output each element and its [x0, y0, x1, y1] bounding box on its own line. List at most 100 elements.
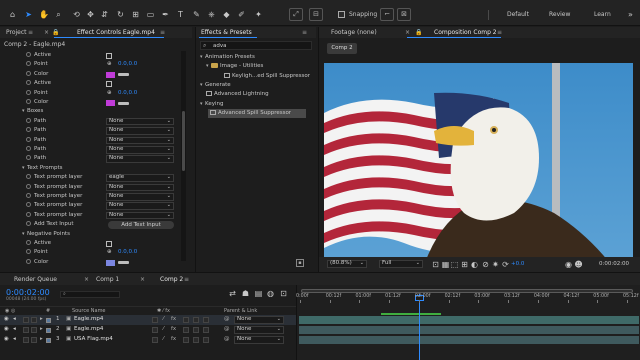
stopwatch-icon[interactable]: [26, 136, 31, 142]
layer-dropdown[interactable]: None ⌄: [106, 211, 174, 220]
snap-edge-icon[interactable]: ⌐: [380, 8, 394, 21]
effects-tree-item[interactable]: Advanced Spill Suppressor: [208, 108, 306, 119]
effects-tree-item[interactable]: ▾ Animation Presets: [196, 53, 308, 62]
lock-icon[interactable]: 🔒: [415, 29, 422, 36]
lock-icon[interactable]: 🔒: [52, 29, 59, 36]
layer-track-2[interactable]: [299, 326, 639, 334]
stopwatch-icon[interactable]: [26, 146, 31, 151]
rectangle-tool-icon[interactable]: ▭: [146, 9, 155, 20]
parent-dropdown[interactable]: None ⌄: [234, 316, 284, 324]
effects-tree-item[interactable]: ▾ Keying: [196, 100, 308, 109]
lock-switch[interactable]: [31, 327, 37, 333]
panel-menu-icon[interactable]: ≡: [160, 29, 165, 36]
label-color-swatch[interactable]: [46, 327, 51, 333]
effects-switch-icon[interactable]: fx: [171, 315, 176, 325]
expand-layer-icon[interactable]: ▸: [40, 325, 43, 335]
stopwatch-icon[interactable]: [26, 80, 31, 86]
fast-previews-icon[interactable]: ✷: [491, 259, 500, 270]
stopwatch-icon[interactable]: [26, 249, 31, 255]
stopwatch-icon[interactable]: [26, 258, 31, 264]
color-swatch[interactable]: [106, 71, 115, 78]
effects-tree-item[interactable]: ▾ Image - Utilities: [196, 62, 308, 71]
point-value[interactable]: 0.0,0.0: [118, 60, 137, 69]
align-icon[interactable]: ⊟: [309, 8, 323, 21]
layer-dropdown[interactable]: None ⌄: [106, 202, 174, 210]
tab-project[interactable]: Project: [6, 29, 27, 36]
playhead-handle[interactable]: [415, 295, 424, 301]
magnification-dropdown[interactable]: (80.8%) ⌄: [327, 260, 367, 268]
tab-comp-2[interactable]: Comp 2: [160, 276, 183, 283]
effects-switch-icon[interactable]: fx: [171, 335, 176, 345]
color-swatch[interactable]: [106, 100, 115, 106]
layer-dropdown[interactable]: None ⌄: [106, 127, 174, 135]
adjustment-switch[interactable]: [203, 337, 209, 343]
quality-switch-icon[interactable]: ⁄: [163, 335, 164, 345]
frame-blend-switch[interactable]: [183, 317, 189, 323]
eraser-tool-icon[interactable]: ◆: [222, 9, 231, 20]
resolution-dropdown[interactable]: Full ⌄: [379, 260, 423, 268]
dolly-camera-icon[interactable]: ⇵: [100, 9, 109, 20]
layer-dropdown[interactable]: None ⌄: [106, 155, 174, 163]
snapshot-icon[interactable]: ◉: [564, 259, 573, 270]
layer-track-1[interactable]: [299, 316, 639, 324]
visibility-eye-icon[interactable]: ◉: [4, 325, 9, 335]
layer-track-3[interactable]: [299, 336, 639, 344]
close-tab-icon[interactable]: ×: [84, 276, 89, 283]
add-text-input-button[interactable]: Add Text Input: [108, 220, 174, 229]
shy-switch[interactable]: [152, 327, 158, 333]
pick-whip-icon[interactable]: @: [224, 325, 230, 335]
tab-footage[interactable]: Footage (none): [331, 29, 377, 36]
workspace-learn[interactable]: Learn: [594, 11, 611, 18]
tab-render-queue[interactable]: Render Queue: [14, 276, 57, 283]
time-navigator[interactable]: [301, 289, 633, 293]
stopwatch-icon[interactable]: [26, 61, 31, 67]
layer-dropdown[interactable]: None ⌄: [106, 193, 174, 201]
home-icon[interactable]: ⌂: [8, 9, 17, 20]
layer-dropdown[interactable]: None ⌄: [106, 117, 174, 126]
zoom-tool-icon[interactable]: ⌕: [54, 9, 63, 20]
effects-switch-icon[interactable]: fx: [171, 325, 176, 335]
effects-tree-item[interactable]: ▾ Generate: [196, 81, 308, 90]
snap-grid-icon[interactable]: ⊠: [397, 8, 411, 21]
solo-switch[interactable]: [23, 337, 29, 343]
parent-dropdown[interactable]: None ⌄: [234, 336, 284, 344]
solo-switch[interactable]: [23, 327, 29, 333]
expand-layer-icon[interactable]: ▸: [40, 335, 43, 345]
region-of-interest-icon[interactable]: ⊡: [431, 259, 440, 270]
anchor-point-tool-icon[interactable]: ⊞: [131, 9, 140, 20]
lock-switch[interactable]: [31, 317, 37, 323]
pen-tool-icon[interactable]: ✒: [161, 9, 170, 20]
brush-tool-icon[interactable]: ✎: [192, 9, 201, 20]
layer-name[interactable]: Eagle.mp4: [74, 325, 103, 335]
work-area-bar[interactable]: [381, 313, 441, 315]
close-tab-icon[interactable]: ×: [140, 276, 145, 283]
frame-blend-switch[interactable]: [183, 337, 189, 343]
tab-effects-presets[interactable]: Effects & Presets: [201, 29, 252, 36]
effects-search-input[interactable]: ⌕ adva: [200, 41, 312, 50]
composition-frame[interactable]: [324, 63, 633, 282]
panel-menu-icon[interactable]: ≡: [184, 276, 189, 283]
layer-name[interactable]: Eagle.mp4: [74, 315, 103, 325]
audio-icon[interactable]: ◂: [13, 315, 16, 325]
color-swatch[interactable]: [106, 259, 115, 266]
stopwatch-icon[interactable]: [26, 155, 31, 161]
property-checkbox[interactable]: [106, 81, 112, 88]
comp-chip[interactable]: Comp 2: [327, 43, 357, 54]
panel-menu-icon[interactable]: ≡: [497, 29, 502, 36]
layer-name[interactable]: USA Flag.mp4: [74, 335, 113, 345]
frame-blend-switch[interactable]: [183, 327, 189, 333]
show-snapshot-icon[interactable]: ☻: [574, 259, 583, 270]
workspace-review[interactable]: Review: [549, 11, 570, 18]
layer-dropdown[interactable]: eagle ⌄: [106, 174, 174, 182]
stopwatch-icon[interactable]: [26, 127, 31, 133]
point-value[interactable]: 0.0,0.0: [118, 248, 137, 257]
crosshair-icon[interactable]: ⊕: [107, 248, 112, 257]
stopwatch-icon[interactable]: [26, 221, 31, 227]
motion-blur-switch[interactable]: [193, 317, 199, 323]
eyedropper-icon[interactable]: [118, 101, 129, 105]
layer-dropdown[interactable]: None ⌄: [106, 183, 174, 192]
exposure-value[interactable]: +0.0: [511, 261, 524, 267]
crosshair-icon[interactable]: ⊕: [107, 60, 112, 69]
scrollbar[interactable]: [181, 51, 186, 261]
channel-icon[interactable]: ◐: [470, 259, 479, 270]
